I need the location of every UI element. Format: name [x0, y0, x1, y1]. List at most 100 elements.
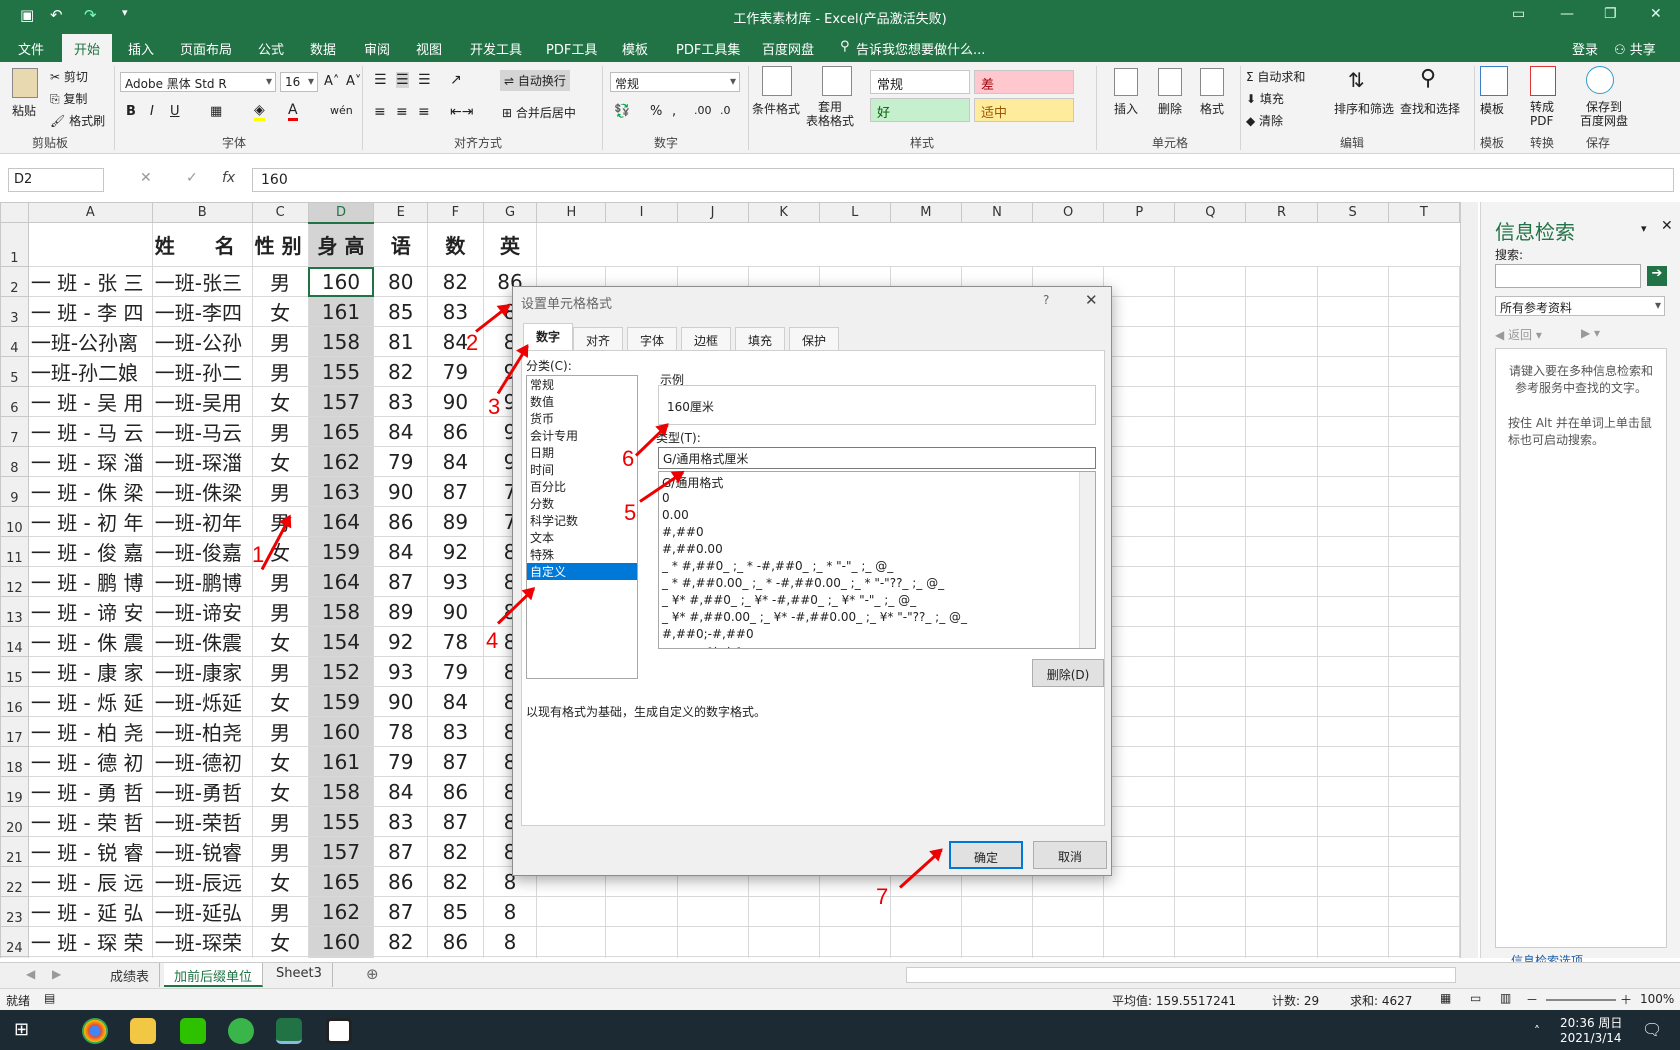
sheet-tab-active[interactable]: 加前后缀单位 [164, 963, 264, 987]
screenshot-app-icon[interactable] [326, 1018, 352, 1044]
empty-cell[interactable] [889, 956, 962, 958]
cell[interactable]: 93 [427, 566, 484, 597]
align-left-icon[interactable]: ≡ [374, 104, 386, 120]
empty-cell[interactable] [889, 896, 962, 927]
cell[interactable]: 159 [307, 536, 375, 567]
cell[interactable]: 男 [251, 806, 309, 837]
cell[interactable]: 男 [251, 476, 309, 507]
format-list-scrollbar[interactable] [1079, 472, 1095, 648]
empty-cell[interactable] [1174, 626, 1247, 657]
empty-cell[interactable] [1245, 776, 1318, 807]
cell[interactable]: 一 班 - 李 四 [27, 296, 153, 327]
clock-time[interactable]: 20:36 周日 [1560, 1014, 1622, 1031]
tab-review[interactable]: 审阅 [364, 39, 390, 58]
cell[interactable]: 83 [427, 716, 484, 747]
empty-cell[interactable] [1174, 836, 1247, 867]
category-item[interactable]: 分数 [527, 495, 637, 512]
cell[interactable]: 82 [427, 266, 484, 297]
row-header[interactable]: 8 [0, 446, 29, 477]
empty-cell[interactable] [1174, 296, 1247, 327]
borders-icon[interactable]: ▦ [210, 104, 222, 119]
cell[interactable]: 男 [251, 896, 309, 927]
cell[interactable]: 158 [307, 326, 375, 357]
cell[interactable]: 86 [373, 506, 429, 537]
category-item[interactable]: 文本 [527, 529, 637, 546]
row-header[interactable]: 15 [0, 656, 29, 687]
share-button[interactable]: ⚇ 共享 [1614, 39, 1656, 58]
cell[interactable]: 一班-柏尧 [151, 716, 253, 747]
cell[interactable]: 87 [373, 896, 429, 927]
row-header[interactable]: 12 [0, 566, 29, 597]
format-code-item[interactable]: #,##0;-#,##0 [659, 627, 1095, 644]
cell[interactable]: 英 [482, 222, 538, 267]
paste-icon[interactable] [12, 68, 38, 98]
empty-cell[interactable] [1245, 836, 1318, 867]
empty-cell[interactable] [1103, 836, 1176, 867]
cell[interactable]: 85 [427, 896, 484, 927]
empty-cell[interactable] [1387, 806, 1460, 837]
format-code-item[interactable]: _ * #,##0.00_ ;_ * -#,##0.00_ ;_ * "-"??… [659, 576, 1095, 593]
cell[interactable]: 152 [307, 656, 375, 687]
row-header[interactable]: 10 [0, 506, 29, 537]
cell[interactable]: 一 班 - 康 家 [27, 656, 153, 687]
cell[interactable]: 男 [251, 716, 309, 747]
cell[interactable]: 一班-吴用 [151, 386, 253, 417]
align-top-icon[interactable]: ☰ [374, 72, 387, 88]
cell[interactable]: 89 [373, 596, 429, 627]
empty-cell[interactable] [1245, 806, 1318, 837]
empty-cell[interactable] [1174, 866, 1247, 897]
empty-cell[interactable] [960, 956, 1034, 958]
empty-cell[interactable] [1316, 266, 1389, 297]
tab-developer[interactable]: 开发工具 [470, 39, 522, 58]
cell[interactable]: 身 高 [307, 222, 375, 267]
empty-cell[interactable] [605, 956, 678, 958]
orientation-icon[interactable]: ↗ [450, 72, 462, 88]
normal-view-icon[interactable]: ▦ [1440, 991, 1451, 1005]
clock-date[interactable]: 2021/3/14 [1560, 1031, 1622, 1045]
cell[interactable]: 90 [427, 386, 484, 417]
empty-cell[interactable] [1174, 446, 1247, 477]
cell[interactable]: 79 [427, 656, 484, 687]
cell[interactable]: 一班-侏震 [151, 626, 253, 657]
row-header[interactable]: 14 [0, 626, 29, 657]
empty-cell[interactable] [1316, 326, 1389, 357]
cell[interactable]: 93 [373, 656, 429, 687]
empty-cell[interactable] [1316, 866, 1389, 897]
conditional-format-icon[interactable] [762, 66, 792, 96]
column-header-c[interactable]: C [251, 202, 309, 223]
empty-cell[interactable] [1103, 686, 1176, 717]
excel-taskbar-icon[interactable] [276, 1018, 302, 1044]
empty-cell[interactable] [1103, 536, 1176, 567]
empty-cell[interactable] [1245, 716, 1318, 747]
empty-cell[interactable] [747, 896, 820, 927]
currency-icon[interactable]: 💱 [614, 104, 630, 119]
empty-cell[interactable] [1316, 806, 1389, 837]
empty-cell[interactable] [1174, 266, 1247, 297]
empty-cell[interactable] [818, 926, 891, 957]
empty-cell[interactable] [1245, 746, 1318, 777]
font-color-icon[interactable]: A [288, 102, 298, 121]
cell[interactable]: 92 [373, 626, 429, 657]
empty-cell[interactable] [1316, 566, 1389, 597]
empty-cell[interactable] [1103, 926, 1176, 957]
cell[interactable]: 女 [251, 686, 309, 717]
empty-cell[interactable] [1316, 836, 1389, 867]
cell[interactable]: 女 [251, 866, 309, 897]
browser-icon[interactable] [228, 1018, 254, 1044]
empty-cell[interactable] [1245, 416, 1318, 447]
cell[interactable]: 165 [307, 866, 375, 897]
wrap-text-button[interactable]: ⇌ 自动换行 [500, 70, 570, 91]
empty-cell[interactable] [1174, 356, 1247, 387]
close-icon[interactable]: ✕ [1650, 6, 1662, 22]
empty-cell[interactable] [1174, 806, 1247, 837]
fill-color-icon[interactable]: ◈ [254, 102, 265, 121]
tab-font[interactable]: 字体 [627, 327, 678, 351]
cell[interactable]: 一班-初年 [151, 506, 253, 537]
cell[interactable]: 8 [482, 926, 538, 957]
cell[interactable]: 一班-荣哲 [151, 806, 253, 837]
style-bad[interactable]: 差 [974, 70, 1074, 94]
pane-options-icon[interactable]: ▾ [1641, 222, 1647, 235]
cell[interactable]: 一班-辰远 [151, 866, 253, 897]
cell[interactable]: 79 [427, 356, 484, 387]
insert-function-icon[interactable]: fx [222, 170, 235, 186]
